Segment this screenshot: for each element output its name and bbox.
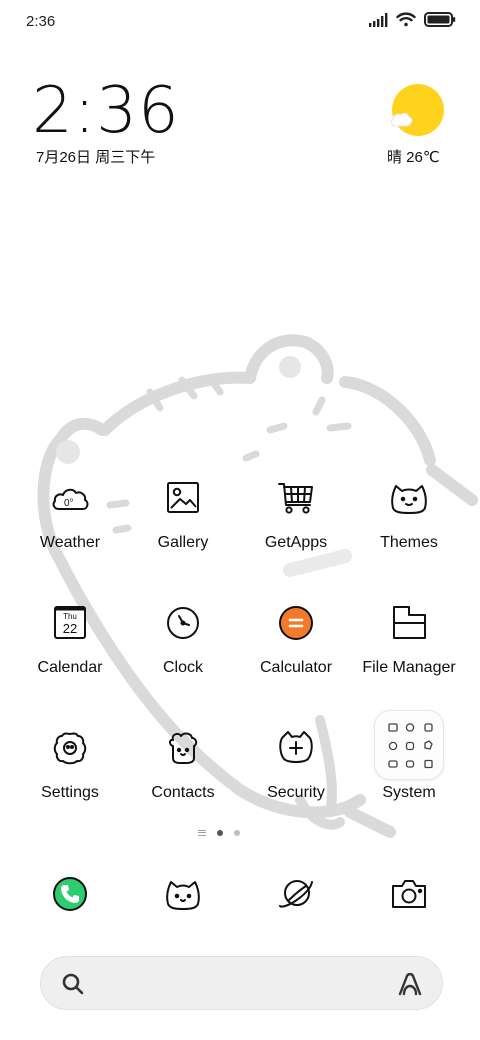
app-clock[interactable]: Clock <box>127 603 239 713</box>
app-system[interactable]: System <box>353 728 465 838</box>
security-shield-icon <box>279 731 313 763</box>
calculator-icon <box>279 606 313 640</box>
status-bar: 2:36 <box>0 0 480 40</box>
contacts-icon <box>169 732 198 764</box>
folder-icon <box>393 606 426 639</box>
page-dot[interactable] <box>234 830 240 836</box>
app-drawer-indicator-icon[interactable] <box>198 830 206 836</box>
app-label: Gallery <box>157 534 209 551</box>
cat-face-icon <box>391 485 427 514</box>
app-label: System <box>382 784 436 801</box>
camera-icon[interactable] <box>389 874 429 914</box>
page-indicator[interactable] <box>198 830 240 836</box>
app-file-manager[interactable]: File Manager <box>353 603 465 713</box>
app-security[interactable]: Security <box>240 728 352 838</box>
messages-cat-icon[interactable] <box>163 874 203 914</box>
phone-icon[interactable] <box>50 874 90 914</box>
weather-condition-temp: 晴 26℃ <box>387 149 440 166</box>
app-weather[interactable]: 0° Weather <box>14 478 126 588</box>
clock-widget-time[interactable]: 2:36 <box>32 74 180 148</box>
search-input[interactable] <box>97 967 377 1001</box>
app-label: Clock <box>162 659 203 676</box>
weather-cloud-icon: 0° <box>52 488 89 510</box>
app-themes[interactable]: Themes <box>353 478 465 588</box>
search-bar[interactable] <box>40 956 443 1010</box>
battery-icon <box>424 12 456 27</box>
wifi-icon <box>396 12 416 27</box>
svg-text:0°: 0° <box>64 498 74 509</box>
app-label: Calculator <box>259 659 333 676</box>
app-settings[interactable]: Settings <box>14 728 126 838</box>
app-gallery[interactable]: Gallery <box>127 478 239 588</box>
app-calculator[interactable]: Calculator <box>240 603 352 713</box>
app-label: Security <box>267 784 325 801</box>
app-contacts[interactable]: Contacts <box>127 728 239 838</box>
signal-icon <box>369 12 388 27</box>
app-label: Weather <box>39 534 101 551</box>
clock-widget-date: 7月26日 周三下午 <box>36 149 156 166</box>
sun-cloud-icon[interactable] <box>388 82 444 138</box>
svg-text:22: 22 <box>63 621 77 636</box>
app-label: Settings <box>41 784 99 801</box>
browser-planet-icon[interactable] <box>276 874 316 914</box>
app-label: Calendar <box>37 659 103 676</box>
assistant-icon[interactable] <box>396 970 424 998</box>
gallery-icon <box>167 482 199 513</box>
app-calendar[interactable]: Thu 22 Calendar <box>14 603 126 713</box>
app-label: GetApps <box>264 534 328 551</box>
calendar-icon: Thu 22 <box>54 606 86 639</box>
app-label: Themes <box>380 534 438 551</box>
search-icon[interactable] <box>61 972 85 996</box>
status-time: 2:36 <box>26 13 56 30</box>
shopping-cart-icon <box>278 483 313 514</box>
page-dot-active[interactable] <box>217 830 223 836</box>
clock-icon <box>167 607 199 639</box>
status-icons <box>368 12 456 27</box>
svg-text:Thu: Thu <box>63 612 77 621</box>
settings-gear-icon <box>53 732 87 765</box>
app-label: Contacts <box>151 784 215 801</box>
app-label: File Manager <box>362 659 456 676</box>
app-getapps[interactable]: GetApps <box>240 478 352 588</box>
